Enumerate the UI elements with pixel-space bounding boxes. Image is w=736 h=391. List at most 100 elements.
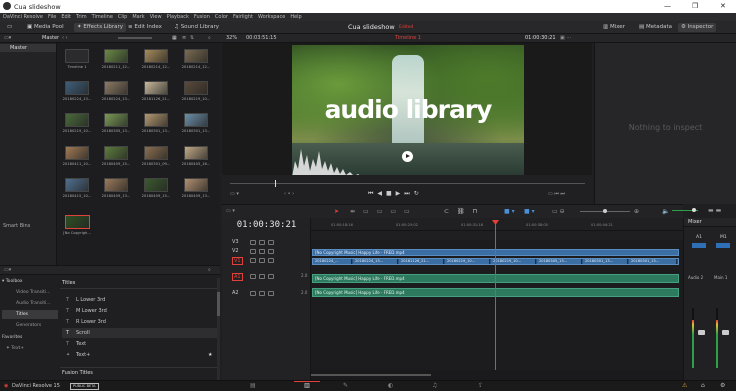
v1-clip[interactable]: 20180219_10... [491, 259, 536, 264]
snap-link-tools[interactable]: ⊂⛓⊓ [444, 208, 485, 215]
timeline-scroll[interactable] [311, 370, 683, 380]
timeline-view-icon[interactable]: ▬ ▬ [708, 207, 721, 214]
v1-clip[interactable]: 20180301_13... [583, 259, 628, 264]
volume-icon[interactable]: 🔈 [662, 208, 669, 215]
menu-item-color[interactable]: Color [215, 14, 228, 20]
v1-clip[interactable]: 20181126_21... [399, 259, 444, 264]
toggle-icon[interactable] [268, 274, 274, 279]
zoom-in-icon[interactable]: ⊕ [634, 208, 639, 215]
mixer-m1-input[interactable] [716, 243, 730, 248]
metadata-button[interactable]: ▤ Metadata [636, 23, 675, 32]
menu-item-mark[interactable]: Mark [132, 14, 144, 20]
title-m-lower-3rd[interactable]: TM Lower 3rd [62, 306, 218, 316]
auto-select-icon[interactable] [259, 249, 265, 254]
menu-item-fusion[interactable]: Fusion [194, 14, 210, 20]
category-audio-transitions[interactable]: Audio Transiti... [2, 299, 58, 308]
volume-slider[interactable] [672, 208, 698, 212]
title-text[interactable]: T Text [62, 339, 218, 349]
edit-page-icon[interactable]: ▥ [294, 381, 320, 391]
clip-thumbnail[interactable] [184, 49, 208, 63]
menu-item-davinci-resolve[interactable]: DaVinci Resolve [3, 14, 43, 20]
layout-options-icon[interactable]: ▭ ▾ [226, 208, 235, 214]
clip-thumbnail[interactable] [104, 49, 128, 63]
clip-thumbnail[interactable] [65, 177, 89, 192]
clip-thumbnail[interactable] [65, 145, 89, 160]
bin-toggle-icon[interactable]: ▭▾ [4, 35, 11, 41]
grid-view-icon[interactable]: ▦ [172, 35, 177, 41]
maximize-button[interactable]: ❐ [692, 2, 698, 10]
v1-clip[interactable]: 20180224_13... [353, 259, 398, 264]
title-scroll[interactable]: T Scroll [62, 328, 218, 338]
clip-thumbnail[interactable] [144, 177, 168, 192]
transport-controls[interactable]: ⏮◀■▶⏭↻ [368, 190, 423, 198]
play-icon[interactable] [402, 151, 413, 162]
toolbox-label[interactable]: ▾ Toolbox [2, 279, 23, 284]
menu-item-fairlight[interactable]: Fairlight [233, 14, 253, 20]
clip-thumbnail[interactable] [144, 113, 168, 128]
sort-icon[interactable]: ⇅ [190, 35, 194, 41]
playhead[interactable] [495, 222, 496, 378]
back-icon[interactable]: ‹ › [62, 35, 68, 41]
title-l-lower-3rd[interactable]: TL Lower 3rd [62, 295, 218, 305]
zoom-icons[interactable]: ▭ ⊖ [552, 208, 565, 215]
v1-clip[interactable]: 20180305_13... [537, 259, 582, 264]
mixer-a1-input[interactable] [692, 243, 706, 248]
category-generators[interactable]: Generators [2, 321, 58, 330]
lock-icon[interactable] [250, 240, 256, 245]
clip-thumbnail[interactable] [104, 113, 128, 128]
menu-item-playback[interactable]: Playback [167, 14, 189, 20]
bin-master[interactable]: Master [0, 44, 56, 52]
fader-main[interactable] [722, 330, 729, 335]
clip-thumbnail[interactable] [184, 145, 208, 160]
fusion-page-icon[interactable]: ✎ [343, 382, 348, 389]
timeline-thumbnail[interactable] [65, 49, 89, 63]
scrubber-head[interactable] [275, 180, 276, 187]
flag-icon[interactable]: ■ ▾ [504, 208, 515, 215]
menu-item-view[interactable]: View [150, 14, 162, 20]
viewer-options-icon[interactable]: ▣ ⋯ [560, 35, 571, 41]
v1-clip[interactable]: 20180301_13... [629, 259, 677, 264]
list-view-icon[interactable]: ≣ [182, 35, 186, 41]
auto-select-icon[interactable] [259, 291, 265, 296]
toggle-icon[interactable] [268, 249, 274, 254]
track-name-a1[interactable]: A1 [232, 273, 243, 281]
color-page-icon[interactable]: ◐ [388, 382, 393, 389]
effects-scrollbar[interactable] [217, 278, 220, 380]
lock-icon[interactable] [250, 258, 256, 263]
favorite-star-icon[interactable]: ★ [208, 350, 212, 360]
clip-thumbnail[interactable] [65, 81, 89, 96]
category-video-transitions[interactable]: Video Transiti... [2, 288, 58, 297]
thumbnail-size-slider[interactable] [118, 37, 152, 39]
clip-thumbnail[interactable] [65, 113, 89, 128]
menu-item-file[interactable]: File [48, 14, 56, 20]
menu-item-edit[interactable]: Edit [61, 14, 71, 20]
media-page-icon[interactable]: ▤ [250, 382, 256, 389]
favorite-text-plus[interactable]: ✦ Text+ [6, 346, 24, 351]
match-frame-icon[interactable]: ▭ ⏮ ⏭ [548, 191, 565, 197]
menu-item-clip[interactable]: Clip [118, 14, 127, 20]
clip-thumbnail[interactable] [144, 81, 168, 96]
category-titles[interactable]: Titles [2, 310, 58, 319]
clip-thumbnail[interactable] [65, 214, 90, 229]
toggle-icon[interactable] [268, 240, 274, 245]
track-name-a2[interactable]: A2 [232, 290, 239, 296]
selection-tool-icon[interactable]: ➤ [334, 208, 339, 215]
clip-thumbnail[interactable] [144, 145, 168, 160]
toggle-icon[interactable] [268, 291, 274, 296]
effects-search-icon[interactable]: ⌕ [208, 267, 211, 273]
warning-icon[interactable]: ⚠ [682, 382, 687, 389]
edit-index-button[interactable]: ≡ Edit Index [125, 23, 165, 32]
search-icon[interactable]: ⌕ [208, 35, 211, 41]
fader-a1[interactable] [698, 330, 705, 335]
title-r-lower-3rd[interactable]: TR Lower 3rd [62, 317, 218, 327]
jog-control[interactable]: ‹ • › [284, 191, 294, 197]
timeline-selector[interactable]: Timeline 1 [395, 35, 421, 41]
edit-tools[interactable]: ⇹▭▭▭▭ [350, 208, 418, 215]
clip-thumbnail[interactable] [104, 177, 128, 192]
video-frame[interactable]: audio library [292, 45, 524, 176]
zoom-slider[interactable] [580, 209, 630, 213]
media-pool-button[interactable]: ▣ Media Pool [24, 23, 67, 32]
title-text-plus[interactable]: ✦ Text+ ★ [62, 350, 218, 360]
effects-library-button[interactable]: ✦ Effects Library [74, 23, 127, 32]
mixer-button[interactable]: ▥ Mixer [600, 23, 628, 32]
